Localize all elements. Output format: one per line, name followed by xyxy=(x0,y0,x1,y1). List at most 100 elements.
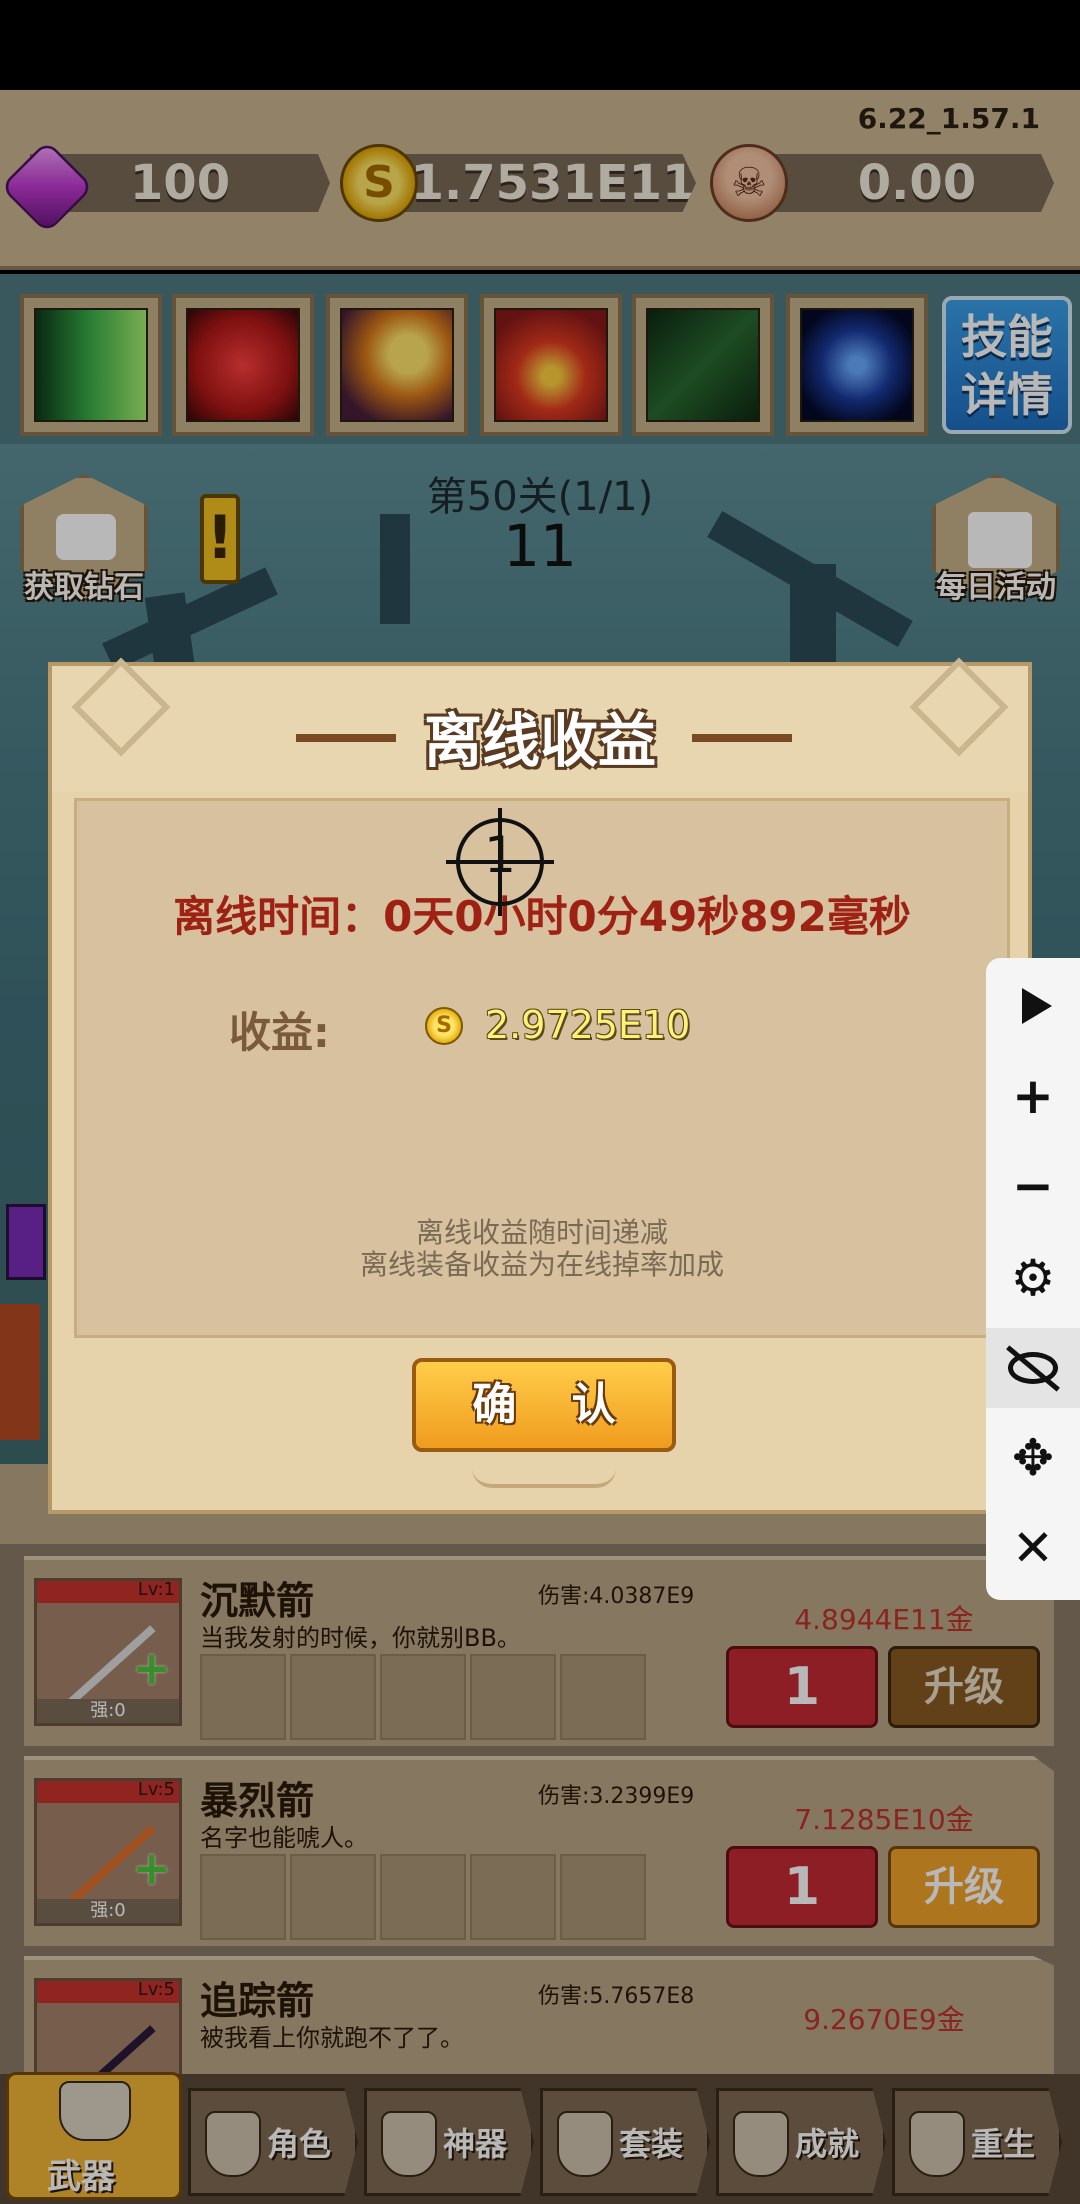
skull-icon: ☠ xyxy=(710,144,788,222)
nav-tab-label: 重生 xyxy=(971,2125,1036,2163)
floating-tool-panel: + − ⚙ ✥ ✕ xyxy=(986,958,1080,1600)
weapon-damage: 伤害:4.0387E9 xyxy=(538,1584,695,1609)
nav-tab-label: 角色 xyxy=(267,2125,332,2163)
nav-tab-character[interactable]: 角色 xyxy=(188,2088,358,2196)
side-tab[interactable] xyxy=(6,1204,46,1280)
nav-tab-rebirth[interactable]: 重生 xyxy=(892,2088,1062,2196)
gold-coin-icon: S xyxy=(340,144,418,222)
gem-slot[interactable] xyxy=(560,1654,646,1740)
weapon-strength: 强:0 xyxy=(37,1899,179,1923)
weapon-strength: 强:0 xyxy=(37,1699,179,1723)
axe-icon xyxy=(381,2111,437,2177)
confirm-button[interactable]: 确 认 xyxy=(412,1358,676,1452)
gem-slot[interactable] xyxy=(380,1854,466,1940)
nav-tab-weapons[interactable]: 武器 xyxy=(6,2072,182,2200)
crossed-swords-icon xyxy=(59,2081,131,2141)
income-value: 2.9725E10 xyxy=(485,1003,691,1047)
gem-slot[interactable] xyxy=(380,1654,466,1740)
nav-tab-label: 武器 xyxy=(47,2157,115,2197)
skill-details-button[interactable]: 技能详情 xyxy=(942,296,1072,434)
bottom-ornament xyxy=(472,1468,616,1488)
flame-icon xyxy=(909,2111,965,2177)
weapon-description: 当我发射的时候，你就别BB。 xyxy=(200,1624,521,1652)
weapon-level: Lv:5 xyxy=(137,1779,175,1800)
skill-slot[interactable] xyxy=(20,294,162,436)
nav-tab-achievements[interactable]: 成就 xyxy=(716,2088,886,2196)
weapon-damage: 伤害:3.2399E9 xyxy=(538,1784,695,1809)
green-arrows-skill-icon xyxy=(34,308,148,422)
daily-activity-label: 每日活动 xyxy=(936,570,1056,605)
weapon-name: 追踪箭 xyxy=(200,1979,315,2023)
resource-bar: 6.22_1.57.1 100 1.7531E11 0.00 S ☠ xyxy=(0,90,1080,270)
skill-slot[interactable] xyxy=(786,294,928,436)
weapon-row: Lv:1 + 强:0 沉默箭 当我发射的时候，你就别BB。 伤害:4.0387E… xyxy=(24,1556,1054,1746)
weapon-row: Lv:5 追踪箭 被我看上你就跑不了了。 伤害:5.7657E8 9.2670E… xyxy=(24,1956,1054,2074)
gift-icon xyxy=(968,512,1032,568)
weapon-damage: 伤害:5.7657E8 xyxy=(538,1984,695,2009)
gem-slot[interactable] xyxy=(470,1654,556,1740)
income-label: 收益: xyxy=(229,1008,330,1057)
nav-tab-label: 神器 xyxy=(443,2125,508,2163)
settings-icon[interactable]: ⚙ xyxy=(986,1238,1080,1318)
nav-tab-set[interactable]: 套装 xyxy=(540,2088,710,2196)
status-bar xyxy=(0,0,1080,90)
crosshair-number: 1 xyxy=(484,826,516,884)
nav-tab-label: 成就 xyxy=(795,2125,860,2163)
skill-slot[interactable] xyxy=(632,294,774,436)
weapon-name: 沉默箭 xyxy=(200,1579,315,1623)
offline-time: 离线时间：0天0小时0分49秒892毫秒 xyxy=(173,892,911,941)
weapon-row: Lv:5 + 强:0 暴烈箭 名字也能唬人。 伤害:3.2399E9 7.128… xyxy=(24,1756,1054,1946)
weapon-description: 名字也能唬人。 xyxy=(200,1824,368,1852)
gem-slot[interactable] xyxy=(560,1854,646,1940)
skill-slot[interactable] xyxy=(480,294,622,436)
close-icon[interactable]: ✕ xyxy=(986,1508,1080,1588)
gem-slot[interactable] xyxy=(200,1854,286,1940)
gem-slot[interactable] xyxy=(290,1854,376,1940)
zoom-out-icon[interactable]: − xyxy=(986,1146,1080,1226)
weapon-name: 暴烈箭 xyxy=(200,1779,315,1823)
weapon-level: Lv:5 xyxy=(137,1979,175,2000)
gem-slot[interactable] xyxy=(200,1654,286,1740)
skill-slot[interactable] xyxy=(326,294,468,436)
weapon-thumbnail[interactable]: Lv:1 + 强:0 xyxy=(34,1578,182,1726)
armor-icon xyxy=(557,2111,613,2177)
quantity-button[interactable]: 1 xyxy=(726,1646,878,1728)
gem-slot[interactable] xyxy=(290,1654,376,1740)
hide-icon[interactable] xyxy=(986,1328,1080,1408)
clock-skill-icon xyxy=(800,308,914,422)
weapon-level: Lv:1 xyxy=(137,1579,175,1600)
zoom-in-icon[interactable]: + xyxy=(986,1056,1080,1136)
bottom-nav: 武器 角色 神器 套装 成就 重生 xyxy=(0,2072,1080,2204)
weapon-price: 9.2670E9金 xyxy=(803,2003,965,2036)
skill-slot[interactable] xyxy=(172,294,314,436)
play-icon[interactable] xyxy=(986,966,1080,1046)
version-label: 6.22_1.57.1 xyxy=(857,102,1040,135)
exclamation-icon[interactable]: ! xyxy=(200,494,240,584)
upgrade-button[interactable]: 升级 xyxy=(888,1846,1040,1928)
fire-body-skill-icon xyxy=(494,308,608,422)
weapon-description: 被我看上你就跑不了了。 xyxy=(200,2024,464,2052)
dialog-title: 离线收益 xyxy=(423,707,656,775)
note-line: 离线装备收益为在线掉率加成 xyxy=(359,1248,724,1281)
weapon-price: 7.1285E10金 xyxy=(794,1803,974,1836)
offline-income-dialog: 离线收益 离线时间：0天0小时0分49秒892毫秒 收益: S 2.9725E1… xyxy=(48,657,1032,1514)
plus-icon: + xyxy=(132,1641,171,1695)
quantity-button[interactable]: 1 xyxy=(726,1846,878,1928)
weapon-thumbnail[interactable]: Lv:5 + 强:0 xyxy=(34,1778,182,1926)
bow-skill-icon xyxy=(646,308,760,422)
stars-skill-icon xyxy=(340,308,454,422)
upgrade-button[interactable]: 升级 xyxy=(888,1646,1040,1728)
plus-icon: + xyxy=(132,1841,171,1895)
skills-row: 技能详情 xyxy=(0,274,1080,444)
gem-slot[interactable] xyxy=(470,1854,556,1940)
banner-icon xyxy=(733,2111,789,2177)
nav-tab-label: 套装 xyxy=(619,2125,684,2163)
nav-tab-artifact[interactable]: 神器 xyxy=(364,2088,534,2196)
side-tab[interactable] xyxy=(0,1304,40,1440)
video-icon xyxy=(56,514,116,560)
dialog-header: 离线收益 xyxy=(52,657,1028,792)
move-icon[interactable]: ✥ xyxy=(986,1418,1080,1498)
gold-coin-icon: S xyxy=(425,1007,463,1045)
helmet-icon xyxy=(205,2111,261,2177)
get-diamonds-label: 获取钻石 xyxy=(24,570,144,605)
